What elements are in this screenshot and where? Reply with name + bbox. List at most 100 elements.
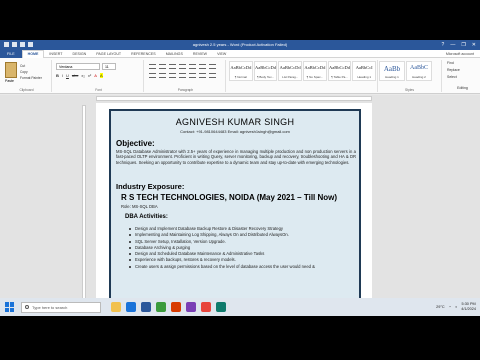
- font-size-select[interactable]: 11: [102, 63, 116, 70]
- taskbar-app-icon[interactable]: [201, 302, 211, 312]
- style-sample: AaBbCcDd: [230, 65, 252, 70]
- align-right-icon[interactable]: [169, 73, 176, 78]
- style-normal[interactable]: AaBbCcDd ¶ Normal: [229, 61, 253, 81]
- style-sample: AaBbC: [410, 65, 428, 71]
- align-left-icon[interactable]: [149, 73, 156, 78]
- dba-heading: DBA Activities:: [125, 214, 168, 220]
- account-link[interactable]: Microsoft account: [446, 52, 480, 56]
- style-sample: AaBbCcDd: [304, 65, 326, 70]
- sort-icon[interactable]: [199, 64, 206, 69]
- bullets-icon[interactable]: [149, 64, 156, 69]
- ribbon-tabs: FILE HOME INSERT DESIGN PAGE LAYOUT REFE…: [0, 49, 480, 58]
- objective-heading: Objective:: [116, 139, 155, 148]
- style-name: Heading 2: [412, 75, 426, 79]
- taskbar-app-icon[interactable]: [156, 302, 166, 312]
- close-button[interactable]: ✕: [472, 42, 476, 48]
- tab-home[interactable]: HOME: [21, 49, 45, 58]
- strikethrough-button[interactable]: abc: [72, 73, 78, 78]
- style-body-text[interactable]: AaBbCcDd ¶ Body Tex...: [253, 61, 278, 81]
- word-window: agnivesh 2.5 years - Word (Product Activ…: [0, 40, 480, 316]
- bold-button[interactable]: B: [56, 73, 59, 78]
- format-painter-button[interactable]: Format Painter: [20, 75, 42, 81]
- align-center-icon[interactable]: [159, 73, 166, 78]
- objective-text: MS-SQL Database Administrator with 2.5+ …: [116, 149, 356, 165]
- line-spacing-icon[interactable]: [189, 73, 196, 78]
- tab-view[interactable]: VIEW: [212, 52, 231, 56]
- style-sample: AaBbCcI: [355, 65, 373, 70]
- search-icon: [25, 305, 29, 309]
- restore-button[interactable]: ❐: [461, 42, 465, 48]
- clipboard-group: Paste Cut Copy Format Painter Clipboard: [2, 60, 52, 92]
- tab-insert[interactable]: INSERT: [44, 52, 67, 56]
- font-group: Verdana 11 B I U abc x₂ x² A A Font: [54, 60, 144, 92]
- font-name-select[interactable]: Verdana: [56, 63, 100, 70]
- styles-label: Styles: [405, 88, 414, 92]
- font-color-button[interactable]: A: [94, 73, 97, 78]
- style-table-paragraph[interactable]: AaBbCcDd ¶ Table Pa...: [327, 61, 352, 81]
- editing-group: Find Replace Select Editing: [444, 60, 478, 92]
- document-page[interactable]: AGNIVESH KUMAR SINGH Contact: +91-981064…: [96, 103, 372, 316]
- style-no-spacing[interactable]: AaBbCcDd ¶ No Spac...: [303, 61, 327, 81]
- replace-button[interactable]: Replace: [444, 67, 478, 74]
- increase-indent-icon[interactable]: [189, 64, 196, 69]
- taskbar-app-icon[interactable]: [216, 302, 226, 312]
- style-heading-2[interactable]: AaBbC Heading 2: [406, 61, 432, 81]
- paste-icon[interactable]: [5, 62, 17, 78]
- windows-start-icon[interactable]: [5, 302, 15, 312]
- vertical-ruler[interactable]: [82, 105, 86, 305]
- borders-icon[interactable]: [209, 73, 216, 78]
- font-label: Font: [95, 88, 102, 92]
- tab-design[interactable]: DESIGN: [68, 52, 92, 56]
- document-area: AGNIVESH KUMAR SINGH Contact: +91-981064…: [0, 95, 480, 316]
- justify-icon[interactable]: [179, 73, 186, 78]
- style-heading-1-small[interactable]: AaBbCcI Heading 1: [352, 61, 377, 81]
- clipboard-label: Clipboard: [19, 88, 34, 92]
- clock[interactable]: 5:30 PM 4/1/2024: [461, 302, 476, 312]
- tab-file[interactable]: FILE: [0, 49, 22, 58]
- taskbar-search[interactable]: Type here to search: [21, 301, 101, 313]
- tab-references[interactable]: REFERENCES: [126, 52, 161, 56]
- network-icon[interactable]: ◔: [449, 305, 451, 309]
- paragraph-label: Paragraph: [177, 88, 194, 92]
- style-name: ¶ Table Pa...: [331, 75, 348, 79]
- role-line: Role: MS-SQL DBA: [121, 204, 158, 209]
- help-button[interactable]: ?: [442, 42, 445, 48]
- style-sample: AaBbCcDd: [329, 65, 351, 70]
- taskbar-app-icon[interactable]: [171, 302, 181, 312]
- weather-text[interactable]: 29°C: [436, 305, 444, 309]
- taskbar-app-icon[interactable]: [141, 302, 151, 312]
- volume-icon[interactable]: ◖: [455, 305, 457, 309]
- subscript-button[interactable]: x₂: [81, 73, 85, 78]
- editing-label: Editing: [457, 86, 468, 90]
- show-marks-icon[interactable]: [209, 64, 216, 69]
- tab-mailings[interactable]: MAILINGS: [161, 52, 188, 56]
- underline-button[interactable]: U: [66, 73, 69, 78]
- system-tray: 29°C ◔ ◖ 5:30 PM 4/1/2024: [436, 302, 480, 312]
- taskbar-app-icon[interactable]: [186, 302, 196, 312]
- tab-review[interactable]: REVIEW: [188, 52, 212, 56]
- italic-button[interactable]: I: [62, 73, 63, 78]
- tab-page-layout[interactable]: PAGE LAYOUT: [91, 52, 126, 56]
- taskbar-app-icon[interactable]: [126, 302, 136, 312]
- superscript-button[interactable]: x²: [88, 73, 91, 78]
- multilevel-list-icon[interactable]: [169, 64, 176, 69]
- style-sample: AaBb: [383, 65, 401, 73]
- style-name: ¶ Normal: [234, 75, 247, 79]
- find-button[interactable]: Find: [444, 60, 478, 67]
- horizontal-ruler[interactable]: [96, 96, 372, 101]
- select-button[interactable]: Select: [444, 74, 478, 81]
- ribbon: Paste Cut Copy Format Painter Clipboard …: [0, 58, 480, 94]
- style-name: ¶ No Spac...: [306, 75, 324, 79]
- style-heading-1[interactable]: AaBb Heading 1: [379, 61, 405, 81]
- highlight-button[interactable]: A: [99, 73, 103, 78]
- taskbar-app-icon[interactable]: [111, 302, 121, 312]
- numbering-icon[interactable]: [159, 64, 166, 69]
- minimize-button[interactable]: —: [450, 42, 455, 48]
- decrease-indent-icon[interactable]: [179, 64, 186, 69]
- window-title: agnivesh 2.5 years - Word (Product Activ…: [192, 42, 288, 47]
- style-name: Heading 1: [385, 75, 399, 79]
- style-name: Heading 1: [357, 75, 372, 79]
- paste-button[interactable]: Paste: [5, 79, 14, 83]
- shading-icon[interactable]: [199, 73, 206, 78]
- style-list-paragraph[interactable]: AaBbCcDd List Parag...: [278, 61, 303, 81]
